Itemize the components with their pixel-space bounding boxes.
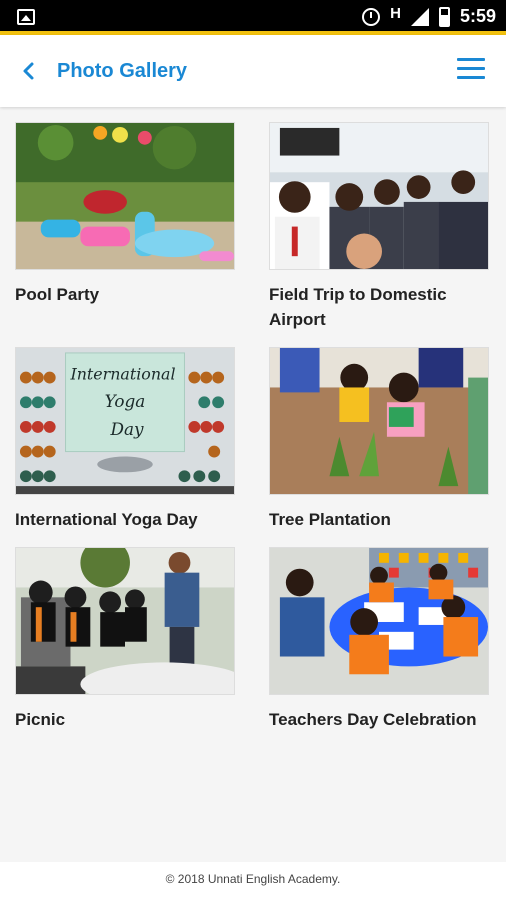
album-thumbnail[interactable]: [269, 122, 489, 270]
tree-plantation-photo: [270, 348, 488, 494]
svg-text:International: International: [69, 365, 175, 384]
menu-line: [457, 67, 485, 70]
gallery-item-teachers-day[interactable]: Teachers Day Celebration: [269, 547, 489, 732]
alarm-icon: [362, 7, 381, 26]
album-title: International Yoga Day: [15, 510, 198, 529]
album-thumbnail[interactable]: International Yoga Day: [15, 347, 235, 495]
gallery-item-pool-party[interactable]: Pool Party: [15, 122, 235, 307]
back-button[interactable]: [18, 59, 40, 83]
svg-text:Day: Day: [109, 419, 144, 439]
app-bar: Photo Gallery: [0, 35, 506, 107]
album-title: Tree Plantation: [269, 510, 391, 529]
album-title: Teachers Day Celebration: [269, 710, 477, 729]
gallery-item-yoga-day[interactable]: International Yoga Day International Yog…: [15, 347, 235, 532]
album-title: Pool Party: [15, 285, 100, 304]
status-bar: H 5:59: [0, 0, 506, 35]
page-title: Photo Gallery: [57, 60, 188, 82]
footer: © 2018 Unnati English Academy.: [0, 862, 506, 900]
teachers-day-photo: [270, 548, 488, 694]
network-type: H: [390, 5, 401, 22]
pool-party-photo: [16, 123, 234, 269]
album-thumbnail[interactable]: [269, 547, 489, 695]
svg-text:Yoga: Yoga: [105, 391, 146, 411]
clock: 5:59: [459, 6, 496, 26]
album-thumbnail[interactable]: [269, 347, 489, 495]
copyright-text: © 2018 Unnati English Academy.: [165, 872, 341, 886]
field-trip-photo: [270, 123, 488, 269]
menu-line: [457, 76, 485, 79]
image-notification-icon: [17, 9, 35, 25]
signal-icon: [410, 7, 429, 26]
gallery-item-picnic[interactable]: Picnic: [15, 547, 235, 732]
yoga-day-photo: International Yoga Day: [16, 348, 234, 494]
menu-button[interactable]: [457, 58, 485, 82]
picnic-photo: [16, 548, 234, 694]
album-thumbnail[interactable]: [15, 122, 235, 270]
hamburger-menu-icon: [457, 58, 485, 61]
album-title: Field Trip to Domestic Airport: [269, 285, 447, 329]
battery-icon: [438, 6, 450, 27]
gallery-item-field-trip[interactable]: Field Trip to Domestic Airport: [269, 122, 489, 332]
chevron-left-icon: [23, 62, 34, 80]
album-thumbnail[interactable]: [15, 547, 235, 695]
gallery-item-tree-plantation[interactable]: Tree Plantation: [269, 347, 489, 532]
album-title: Picnic: [15, 710, 66, 729]
status-icons: H 5:59: [362, 5, 496, 27]
